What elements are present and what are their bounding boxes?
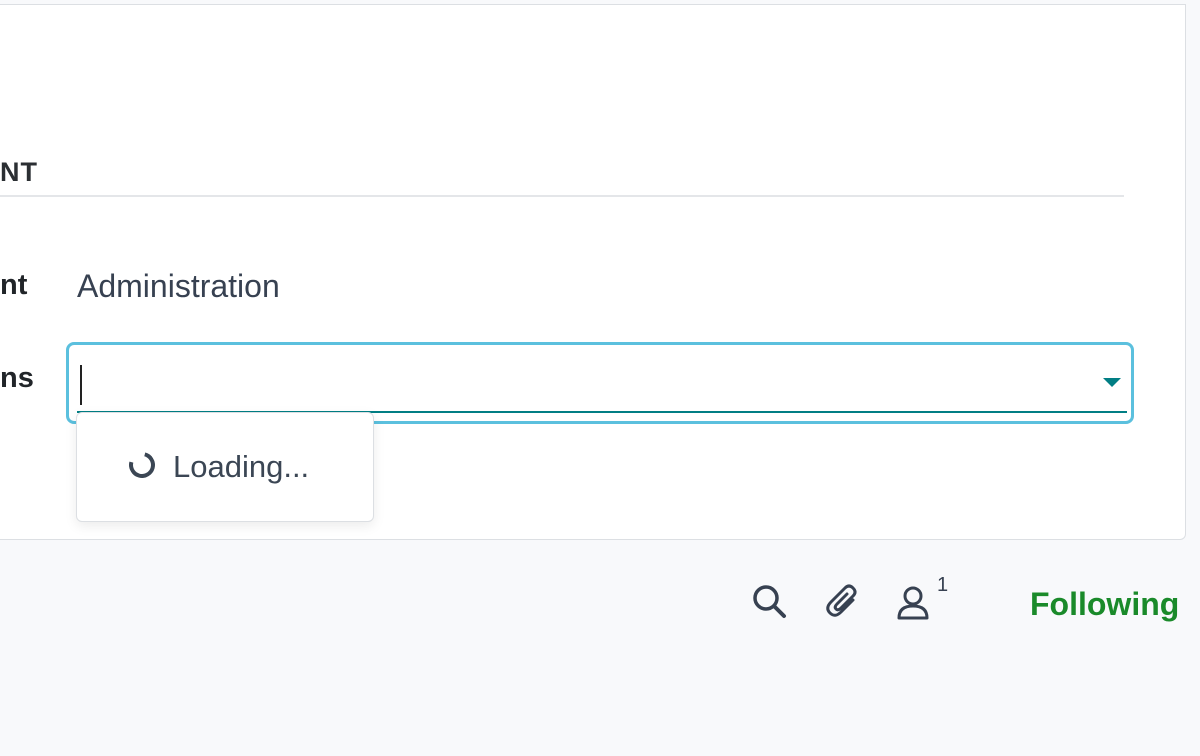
form-view: NT nt Administration ns Loading... 1 Fol… xyxy=(0,0,1200,756)
section-title: NT xyxy=(0,157,38,187)
department-value[interactable]: Administration xyxy=(77,268,280,305)
search-button[interactable] xyxy=(748,580,792,624)
user-icon xyxy=(897,586,929,620)
caret-down-icon[interactable] xyxy=(1103,378,1121,387)
permissions-input[interactable] xyxy=(77,355,1127,413)
search-icon xyxy=(753,585,786,618)
autocomplete-dropdown: Loading... xyxy=(76,412,374,522)
department-label: nt xyxy=(0,269,28,301)
spinner-icon xyxy=(124,447,160,483)
followers-button[interactable]: 1 xyxy=(893,574,963,624)
chatter-topbar: 1 Following xyxy=(0,560,1200,650)
form-sheet: NT nt Administration ns Loading... xyxy=(0,4,1186,540)
follower-count: 1 xyxy=(937,574,949,596)
loading-text: Loading... xyxy=(173,449,310,484)
permissions-label: ns xyxy=(0,362,34,394)
text-cursor xyxy=(80,365,82,405)
paperclip-icon xyxy=(826,584,857,617)
attach-button[interactable] xyxy=(823,580,867,624)
section-divider xyxy=(0,195,1124,197)
following-button[interactable]: Following xyxy=(1030,586,1179,623)
